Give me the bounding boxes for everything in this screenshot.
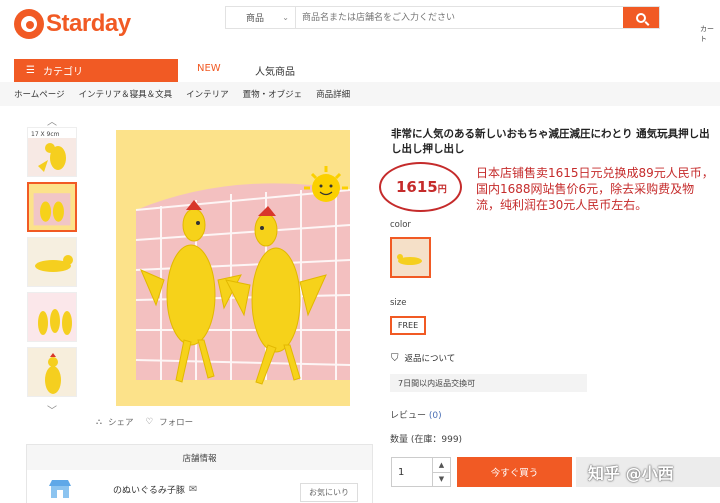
- category-label: カテゴリ: [42, 67, 83, 78]
- shop-name[interactable]: のぬいぐるみ子豚: [113, 483, 185, 496]
- search-category-select[interactable]: 商品 ⌄: [226, 7, 296, 28]
- logo-text: Starday: [46, 10, 131, 37]
- color-swatch[interactable]: [390, 237, 431, 278]
- category-menu-button[interactable]: ☰ カテゴリ: [14, 59, 178, 82]
- shop-icon: [49, 480, 71, 498]
- search-category-label: 商品: [246, 14, 265, 24]
- product-title: 非常に人気のある新しいおもちゃ減圧減圧にわとり 通気玩具押し出し出し押し出し: [391, 128, 710, 155]
- chevron-down-icon: ⌄: [282, 13, 289, 22]
- review-count[interactable]: (0): [429, 411, 442, 421]
- quantity-arrows: ▲ ▼: [432, 458, 450, 486]
- cart-link[interactable]: カート: [700, 24, 720, 44]
- heart-icon[interactable]: ♡: [145, 417, 153, 427]
- thumbnail-image[interactable]: [27, 347, 77, 397]
- breadcrumb-item[interactable]: 置物・オブジェ: [243, 88, 303, 100]
- breadcrumb-item[interactable]: ホームページ: [14, 88, 65, 100]
- size-label: size: [390, 298, 407, 308]
- nav-new-link[interactable]: NEW: [197, 63, 221, 74]
- quantity-input[interactable]: 1: [392, 458, 432, 486]
- favorite-button[interactable]: お気にいり: [300, 483, 358, 502]
- shop-info-header: 店舗情報: [27, 445, 372, 470]
- search-bar: 商品 ⌄: [225, 6, 660, 29]
- thumbnail-image[interactable]: [27, 292, 77, 342]
- breadcrumb-item[interactable]: インテリア＆寝具＆文具: [79, 88, 173, 100]
- thumbnail-size-text: 17 X 9cm: [31, 131, 60, 138]
- chevron-up-icon[interactable]: ︿: [26, 113, 78, 128]
- thumbnail-image[interactable]: [27, 237, 77, 287]
- quantity-stepper: 1 ▲ ▼: [391, 457, 451, 487]
- share-label[interactable]: シェア: [108, 416, 134, 428]
- decrement-icon[interactable]: ▼: [433, 473, 450, 487]
- breadcrumb: ホームページ インテリア＆寝具＆文具 インテリア 置物・オブジェ 商品詳細: [0, 82, 720, 106]
- search-button[interactable]: [623, 7, 659, 28]
- nav-popular-link[interactable]: 人気商品: [255, 63, 295, 78]
- chevron-down-icon[interactable]: ﹀: [26, 402, 78, 417]
- mail-icon[interactable]: ✉: [189, 484, 197, 495]
- follow-label[interactable]: フォロー: [159, 416, 193, 428]
- search-input[interactable]: [296, 7, 623, 28]
- breadcrumb-item: 商品詳細: [316, 90, 351, 100]
- return-label: 返品について: [404, 354, 456, 364]
- shop-info-box: 店舗情報 のぬいぐるみ子豚 ✉ お気にいり: [26, 444, 373, 503]
- size-option[interactable]: FREE: [390, 316, 426, 335]
- logo-mark-icon: [14, 9, 44, 39]
- price-annotation: 日本店铺售卖1615日元兑换成89元人民币，国内1688网站售价6元，除去采购费…: [476, 166, 714, 212]
- review-label: レビュー: [390, 411, 427, 421]
- price-value: 1615: [396, 178, 438, 196]
- breadcrumb-item[interactable]: インテリア: [186, 88, 229, 100]
- review-row: レビュー (0): [390, 408, 442, 421]
- return-policy-text: 7日間以内返品交換可: [390, 374, 587, 392]
- watermark: 知乎 @小西: [588, 464, 674, 483]
- share-icon[interactable]: ⛬: [96, 417, 102, 427]
- site-logo[interactable]: Starday: [14, 6, 131, 42]
- thumbnail-gallery: ︿ 17 X 9cm ﹀: [26, 113, 78, 417]
- main-product-image: [116, 130, 350, 406]
- increment-icon[interactable]: ▲: [433, 458, 450, 473]
- price-unit: 円: [437, 185, 447, 195]
- stock-label: 数量 (在庫：999): [390, 435, 463, 445]
- search-icon: [636, 12, 646, 23]
- thumbnail-image[interactable]: 17 X 9cm: [27, 127, 77, 177]
- product-price: 1615円: [396, 178, 447, 196]
- return-policy-row: ⛉ 返品について: [391, 352, 456, 365]
- buy-now-button[interactable]: 今すぐ買う: [457, 457, 572, 487]
- share-row: ⛬ シェア ♡ フォロー: [96, 416, 193, 428]
- menu-icon: ☰: [26, 65, 35, 76]
- color-label: color: [390, 220, 411, 230]
- thumbnail-image-selected[interactable]: [27, 182, 77, 232]
- shield-check-icon: ⛉: [391, 352, 399, 364]
